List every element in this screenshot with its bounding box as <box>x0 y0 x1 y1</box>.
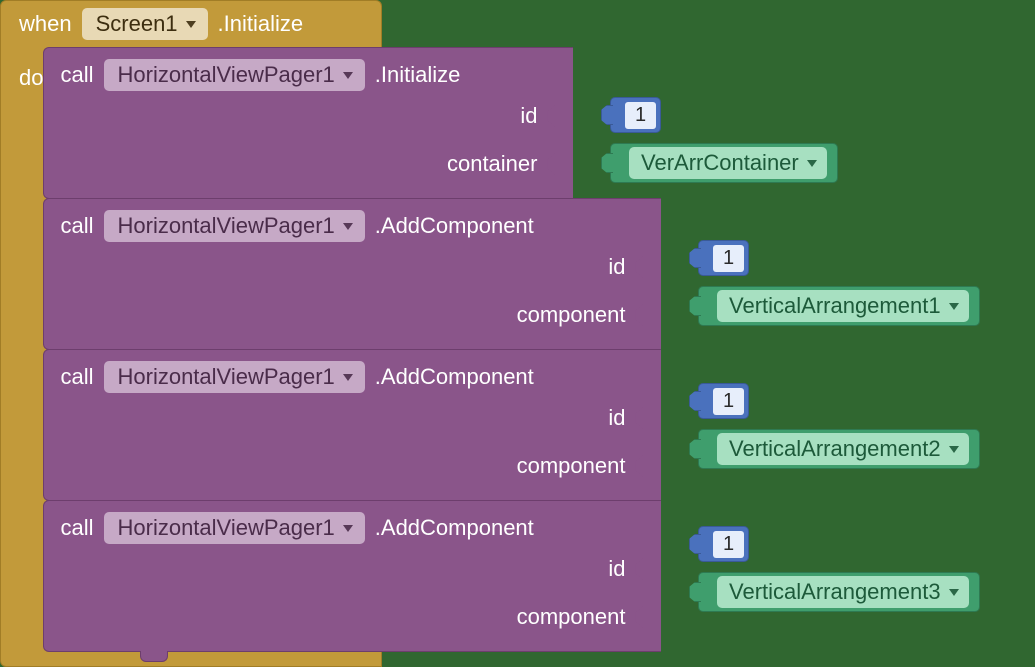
number-value[interactable]: 1 <box>698 240 749 276</box>
number-value[interactable]: 1 <box>698 526 749 562</box>
number-value-text: 1 <box>713 388 744 415</box>
event-method-suffix: .Initialize <box>218 11 304 37</box>
call-keyword: call <box>60 62 93 88</box>
call-keyword: call <box>60 515 93 541</box>
component-dropdown-label: HorizontalViewPager1 <box>118 515 335 541</box>
socket[interactable] <box>557 147 573 181</box>
socket[interactable] <box>645 250 661 284</box>
socket[interactable] <box>645 552 661 586</box>
number-value-text: 1 <box>713 531 744 558</box>
param-label-id: id <box>520 103 543 129</box>
chevron-down-icon <box>343 223 353 230</box>
component-dropdown-label: HorizontalViewPager1 <box>118 364 335 390</box>
component-dropdown-label: HorizontalViewPager1 <box>118 213 335 239</box>
call-keyword: call <box>60 364 93 390</box>
component-value[interactable]: VerticalArrangement2 <box>698 429 980 469</box>
component-value[interactable]: VerticalArrangement1 <box>698 286 980 326</box>
call-block-addcomponent[interactable]: call HorizontalViewPager1 .AddComponent … <box>43 500 661 652</box>
chevron-down-icon <box>343 525 353 532</box>
call-method-suffix: .Initialize <box>375 62 461 88</box>
component-value-label: VerticalArrangement3 <box>729 579 941 605</box>
call-keyword: call <box>60 213 93 239</box>
component-dropdown[interactable]: HorizontalViewPager1 <box>104 59 365 91</box>
param-label-id: id <box>608 405 631 431</box>
component-value-label: VerticalArrangement1 <box>729 293 941 319</box>
component-value-dropdown[interactable]: VerticalArrangement1 <box>717 290 969 322</box>
chevron-down-icon <box>949 303 959 310</box>
param-label-container: container <box>447 151 544 177</box>
call-block-addcomponent[interactable]: call HorizontalViewPager1 .AddComponent … <box>43 198 661 350</box>
screen-dropdown-label: Screen1 <box>96 11 178 37</box>
socket[interactable] <box>645 449 661 483</box>
call-block-initialize[interactable]: call HorizontalViewPager1 .Initialize id… <box>43 47 573 199</box>
socket[interactable] <box>645 298 661 332</box>
screen-dropdown[interactable]: Screen1 <box>82 8 208 40</box>
component-dropdown[interactable]: HorizontalViewPager1 <box>104 210 365 242</box>
component-value-dropdown[interactable]: VerArrContainer <box>629 147 827 179</box>
component-value-label: VerArrContainer <box>641 150 799 176</box>
socket[interactable] <box>645 600 661 634</box>
chevron-down-icon <box>949 589 959 596</box>
component-value[interactable]: VerArrContainer <box>610 143 838 183</box>
call-method-suffix: .AddComponent <box>375 364 534 390</box>
socket[interactable] <box>557 99 573 133</box>
number-value[interactable]: 1 <box>610 97 661 133</box>
param-label-component: component <box>517 604 632 630</box>
do-keyword: do <box>1 47 43 91</box>
call-block-addcomponent[interactable]: call HorizontalViewPager1 .AddComponent … <box>43 349 661 501</box>
chevron-down-icon <box>186 21 196 28</box>
connector-tab <box>140 651 168 662</box>
component-dropdown-label: HorizontalViewPager1 <box>118 62 335 88</box>
component-value-label: VerticalArrangement2 <box>729 436 941 462</box>
param-label-id: id <box>608 556 631 582</box>
param-label-component: component <box>517 302 632 328</box>
component-value[interactable]: VerticalArrangement3 <box>698 572 980 612</box>
when-keyword: when <box>19 11 72 37</box>
component-value-dropdown[interactable]: VerticalArrangement2 <box>717 433 969 465</box>
chevron-down-icon <box>807 160 817 167</box>
param-label-id: id <box>608 254 631 280</box>
component-dropdown[interactable]: HorizontalViewPager1 <box>104 361 365 393</box>
socket[interactable] <box>645 401 661 435</box>
param-label-component: component <box>517 453 632 479</box>
component-dropdown[interactable]: HorizontalViewPager1 <box>104 512 365 544</box>
chevron-down-icon <box>343 72 353 79</box>
number-value[interactable]: 1 <box>698 383 749 419</box>
chevron-down-icon <box>343 374 353 381</box>
call-method-suffix: .AddComponent <box>375 213 534 239</box>
component-value-dropdown[interactable]: VerticalArrangement3 <box>717 576 969 608</box>
do-body: call HorizontalViewPager1 .Initialize id… <box>43 47 661 652</box>
event-block-initialize[interactable]: when Screen1 .Initialize do call Horizon… <box>0 0 382 667</box>
call-method-suffix: .AddComponent <box>375 515 534 541</box>
chevron-down-icon <box>949 446 959 453</box>
number-value-text: 1 <box>625 102 656 129</box>
number-value-text: 1 <box>713 245 744 272</box>
